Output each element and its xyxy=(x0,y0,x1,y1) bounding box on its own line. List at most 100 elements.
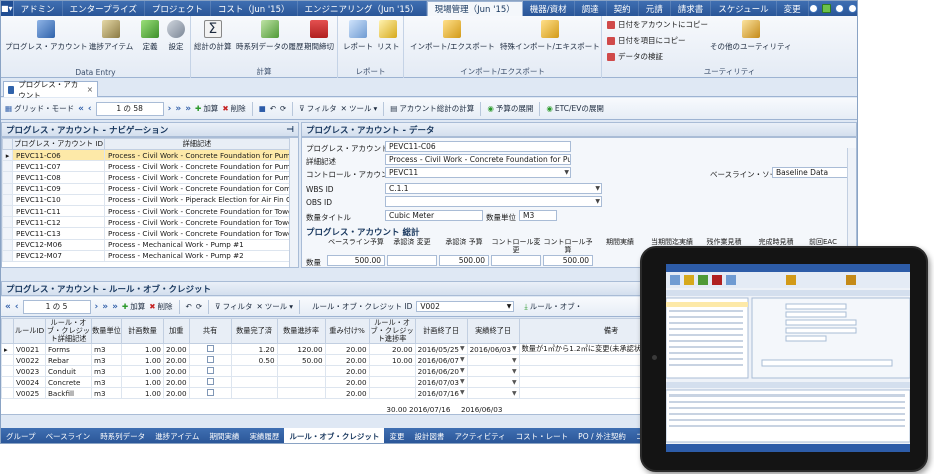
obs-select[interactable]: ▼ xyxy=(385,196,602,207)
baseline-source-field[interactable]: Baseline Data xyxy=(772,167,848,178)
rule-page-indicator[interactable]: 1 の 5 xyxy=(22,299,91,314)
settings-button[interactable]: 設定 xyxy=(167,20,185,52)
ribbon-tab-enterprise[interactable]: エンタープライズ xyxy=(63,1,145,16)
rule-cell-plan[interactable]: 1.00 xyxy=(121,365,164,377)
rule-cell-plan[interactable]: 1.00 xyxy=(121,354,164,366)
nav-row[interactable]: PEVC11-C12 Process - Civil Work - Concret… xyxy=(2,216,290,229)
col-qty-unit[interactable]: 数量単位 xyxy=(91,318,122,344)
ribbon-tab-field[interactable]: 現場管理（Jun '15） xyxy=(426,1,523,16)
progress-account-button[interactable]: プログレス・アカウント xyxy=(5,20,88,52)
nav-cell-desc[interactable]: Process - Civil Work - Concrete Foundati… xyxy=(104,204,290,218)
nav-cell-desc[interactable]: Process - Civil Work - Concrete Foundati… xyxy=(104,160,290,173)
chevron-down-icon[interactable]: ▼ xyxy=(460,345,465,352)
help-icon[interactable] xyxy=(834,4,844,13)
doc-tab-progress-account[interactable]: プログレス・アカウント × xyxy=(3,80,98,100)
chevron-down-icon[interactable]: ▼ xyxy=(512,390,517,397)
rule-filter-button[interactable]: ⊽ フィルタ xyxy=(215,301,252,312)
nav-cell-desc[interactable]: Process - Civil Work - Concrete Foundati… xyxy=(104,216,290,229)
nav-cell-id[interactable]: PEVC11-C10 xyxy=(12,193,105,206)
gear-icon[interactable] xyxy=(808,4,818,13)
save-button[interactable]: ■ xyxy=(259,104,266,113)
undo-button[interactable]: ↶ xyxy=(270,104,276,113)
bottom-tab[interactable]: 実績履歴 xyxy=(244,428,284,443)
shared-checkbox-cell[interactable] xyxy=(188,376,232,388)
bottom-tab[interactable]: グループ xyxy=(1,428,41,443)
rule-cell-unit[interactable]: m3 xyxy=(91,365,122,377)
description-field[interactable]: Process - Civil Work - Concrete Foundati… xyxy=(385,154,571,165)
total-calc-button[interactable]: Σ 総計の計算 xyxy=(194,20,232,52)
nav-cell-desc[interactable]: Process - Mechanical Work - Pump #2 xyxy=(104,249,290,262)
nav-cell-id[interactable]: PEVC11-C13 xyxy=(12,227,105,240)
col-plan-qty[interactable]: 計画数量 xyxy=(121,318,164,344)
bottom-tab[interactable]: 設計図書 xyxy=(409,428,449,443)
account-id-field[interactable]: PEVC11-C06 xyxy=(385,141,571,152)
ribbon-tab-contract[interactable]: 契約 xyxy=(607,1,639,16)
rule-cell-done[interactable]: 0.50 xyxy=(230,354,278,366)
rule-cell-aend[interactable]: 2016/06/03 ▼ xyxy=(466,343,520,355)
rule-jump-icon[interactable]: » xyxy=(112,302,118,312)
ribbon-tab-equipment[interactable]: 機器/資材 xyxy=(523,1,575,16)
nav-cell-id[interactable]: PEVC11-C12 xyxy=(12,216,105,229)
rule-cell-desc[interactable]: Backfill xyxy=(45,387,92,399)
col-plan-end[interactable]: 計画終了日 xyxy=(414,318,468,344)
rule-refresh-button[interactable]: ⟳ xyxy=(196,302,202,311)
rule-cell-wpct[interactable]: 20.00 xyxy=(324,343,370,355)
rule-tools-button[interactable]: ✕ ツール ▾ xyxy=(256,301,293,312)
rule-cell-id[interactable]: V0023 xyxy=(13,365,46,377)
ribbon-tab-invoice[interactable]: 請求書 xyxy=(671,1,712,16)
rule-cell-aend[interactable]: ▼ xyxy=(466,354,520,366)
list-button[interactable]: リスト xyxy=(377,20,400,52)
shared-checkbox[interactable] xyxy=(206,366,214,374)
nav-row[interactable]: ▸ PEVC11-C06 Process - Civil Work - Concre… xyxy=(2,148,290,162)
etc-ev-button[interactable]: ◉ ETC/EVの展開 xyxy=(546,103,604,114)
rule-cell-id[interactable]: V0021 xyxy=(13,343,46,355)
rule-add-button[interactable]: ✚ 加算 xyxy=(122,301,145,312)
rule-cell-pend[interactable]: 2016/05/25 ▼ xyxy=(414,343,468,355)
rule-cell-pend[interactable]: 2016/06/20 ▼ xyxy=(414,365,468,377)
nav-cell-desc[interactable]: Process - Mechanical Work - Pump #1 xyxy=(104,238,290,251)
rule-cell-unit[interactable]: m3 xyxy=(91,354,122,366)
last-page-icon[interactable]: » xyxy=(175,104,181,114)
timeseries-history-button[interactable]: 時系列データの履歴 xyxy=(236,20,304,52)
validate-data-button[interactable]: データの検証 xyxy=(607,51,663,62)
col-description[interactable]: 詳細記述 xyxy=(104,138,290,150)
ribbon-tab-prime[interactable]: 元請 xyxy=(639,1,671,16)
rule-cell-plan[interactable]: 1.00 xyxy=(121,376,164,388)
rule-row[interactable]: V0024 Concrete m3 1.00 20.00 20.00 2016/07/03 ▼… xyxy=(1,376,704,388)
rule-cell-wpct[interactable]: 20.00 xyxy=(324,376,370,388)
prev-page-icon[interactable]: ‹ xyxy=(88,104,92,114)
account-total-button[interactable]: ▤ アカウント総計の計算 xyxy=(390,103,474,114)
other-utility-button[interactable]: その他のユーティリティ xyxy=(710,20,792,52)
bottom-tab[interactable]: 変更 xyxy=(384,428,409,443)
shared-checkbox[interactable] xyxy=(206,377,214,385)
ribbon-tab-schedule[interactable]: スケジュール xyxy=(711,1,777,16)
flag-icon[interactable] xyxy=(821,4,831,13)
qty-title-field[interactable]: Cubic Meter xyxy=(385,210,483,221)
rule-cell-plan[interactable]: 1.00 xyxy=(121,343,164,355)
rule-apply-button[interactable]: ⤓ ルール・オブ・ xyxy=(524,301,582,312)
rule-cell-wpct[interactable]: 20.00 xyxy=(324,365,370,377)
nav-cell-desc[interactable]: Process - Civil Work - Concrete Foundati… xyxy=(104,182,290,195)
rule-cell-done[interactable] xyxy=(230,376,278,388)
rule-cell-progress[interactable]: 50.00 xyxy=(276,354,326,366)
copy-date-account-button[interactable]: 日付をアカウントにコピー xyxy=(607,19,708,30)
add-button[interactable]: ✚ 加算 xyxy=(195,103,218,114)
next-page-icon[interactable]: › xyxy=(168,104,172,114)
import-export-button[interactable]: インポート/エクスポート xyxy=(410,20,495,52)
rule-cell-pend[interactable]: 2016/07/03 ▼ xyxy=(414,376,468,388)
rule-id-select[interactable]: V002 ▼ xyxy=(416,301,515,312)
nav-row[interactable]: PEVC12-M07 Process - Mechanical Work - Pu… xyxy=(2,249,290,262)
copy-date-item-button[interactable]: 日付を項目にコピー xyxy=(607,35,686,46)
col-rule-id[interactable]: ルールID xyxy=(13,318,46,344)
rule-cell-pend[interactable]: 2016/06/07 ▼ xyxy=(414,354,468,366)
bottom-tab[interactable]: PO / 外注契約 xyxy=(573,428,631,443)
nav-cell-id[interactable]: PEVC11-C09 xyxy=(12,182,105,195)
col-qty-done[interactable]: 数量完了済 xyxy=(230,318,278,344)
rule-row[interactable]: V0025 Backfill m3 1.00 20.00 20.00 2016/07/16 ▼… xyxy=(1,387,704,399)
ribbon-tab-cost[interactable]: コスト（Jun '15） xyxy=(211,1,298,16)
shared-checkbox-cell[interactable] xyxy=(188,387,232,399)
chevron-down-icon[interactable]: ▼ xyxy=(460,378,465,385)
rule-cell-progress[interactable] xyxy=(276,376,326,388)
rule-last-page-icon[interactable]: » xyxy=(102,302,108,312)
special-import-export-button[interactable]: 特殊インポート/エキスポート xyxy=(500,20,600,52)
